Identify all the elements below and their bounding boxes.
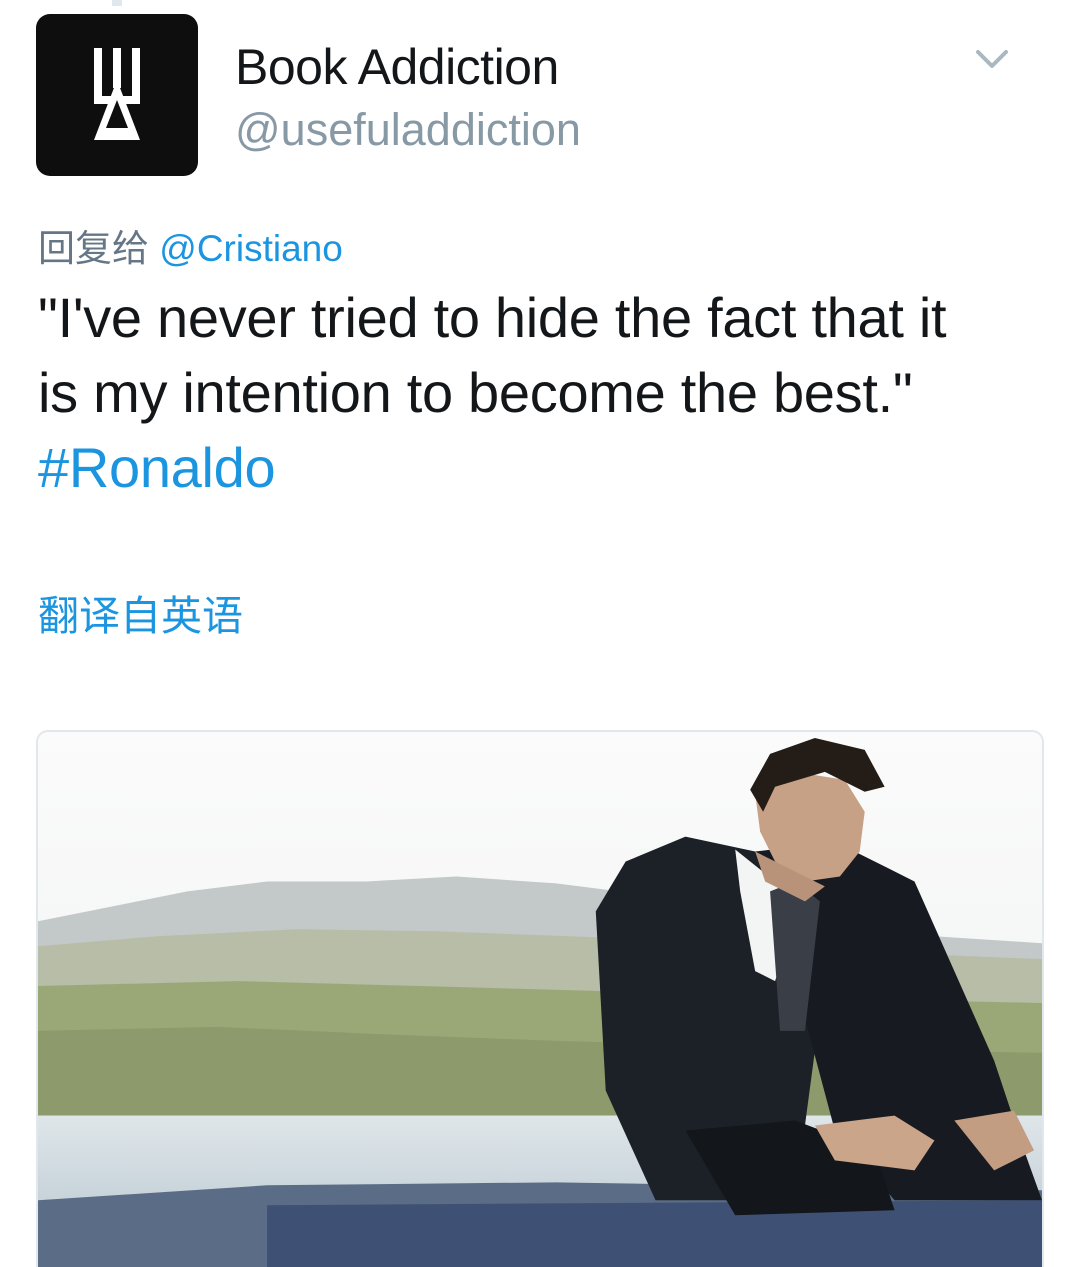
chevron-down-icon[interactable] bbox=[972, 44, 1012, 72]
photo-scene bbox=[38, 732, 1042, 1267]
reply-context: 回复给 @Cristiano bbox=[38, 218, 343, 272]
reply-prefix-label: 回复给 bbox=[38, 228, 149, 269]
tweet-text-line-2: is my intention to become the best." bbox=[38, 361, 913, 424]
top-divider-stub bbox=[112, 0, 122, 6]
author-display-name[interactable]: Book Addiction bbox=[235, 38, 559, 96]
book-addiction-logo-icon bbox=[94, 48, 140, 140]
author-avatar[interactable] bbox=[36, 14, 198, 176]
tweet-text: "I've never tried to hide the fact that … bbox=[38, 280, 1048, 505]
tweet-text-line-1: "I've never tried to hide the fact that … bbox=[38, 286, 947, 349]
hashtag-link[interactable]: #Ronaldo bbox=[38, 436, 276, 499]
reply-mention-link[interactable]: @Cristiano bbox=[159, 228, 343, 269]
tweet-media-photo[interactable] bbox=[36, 730, 1044, 1267]
author-handle[interactable]: @usefuladdiction bbox=[235, 104, 581, 156]
translate-link[interactable]: 翻译自英语 bbox=[38, 582, 243, 642]
